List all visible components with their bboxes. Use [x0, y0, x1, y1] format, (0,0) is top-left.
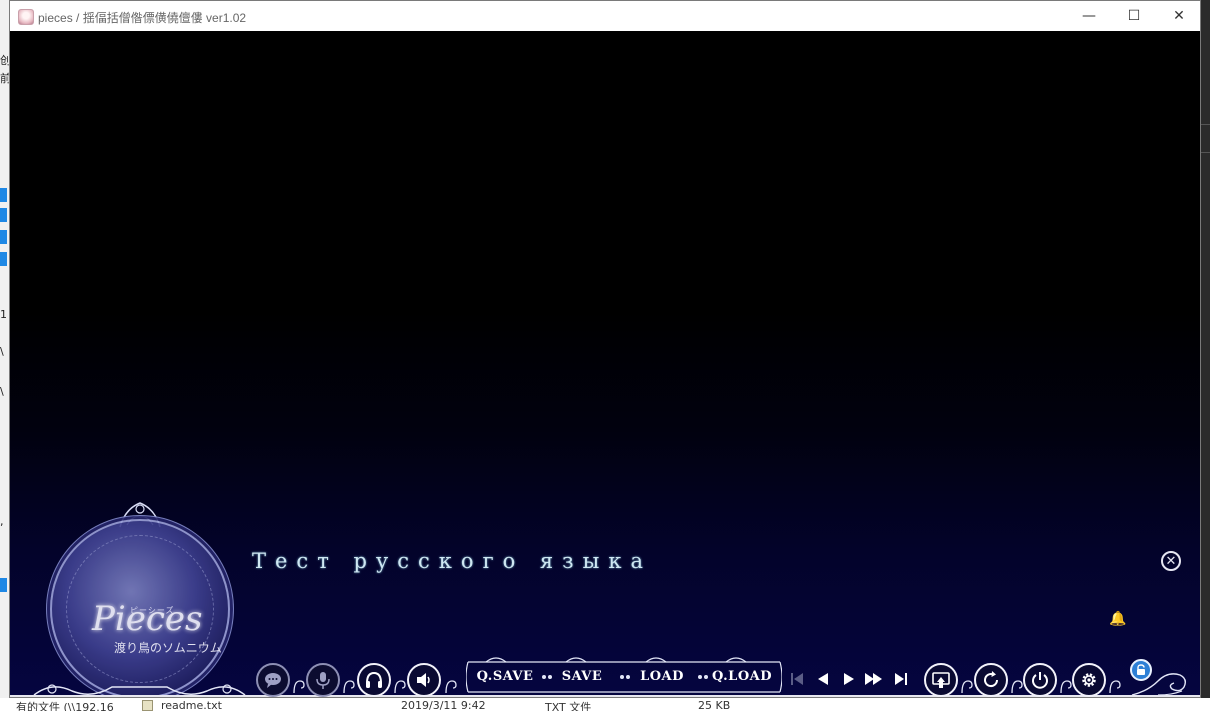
hide-window-icon — [932, 672, 950, 688]
settings-button[interactable] — [1072, 663, 1106, 697]
quick-load-button[interactable]: Q.LOAD — [706, 658, 778, 694]
bg-file-path: 有的文件 (\\192.16 — [16, 701, 114, 711]
skip-to-end-icon — [895, 673, 907, 685]
message-close-button[interactable]: ✕ — [1161, 551, 1181, 571]
sound-button[interactable] — [407, 663, 441, 697]
game-window: pieces / 揺偪括僧偺僄僙僥儃僂 ver1.02 — ☐ ✕ ピーシーズ … — [9, 0, 1201, 698]
curl-ornament-icon — [445, 680, 457, 694]
quick-save-button[interactable]: Q.SAVE — [470, 658, 540, 694]
background-file-row: 有的文件 (\\192.16 readme.txt 2019/3/11 9:42… — [0, 698, 1210, 711]
curl-ornament-icon — [293, 680, 305, 694]
speaker-icon — [417, 673, 430, 687]
auto-play-button[interactable] — [838, 669, 860, 689]
bg-text-fragment: , — [0, 515, 4, 528]
headphones-icon — [366, 671, 382, 688]
voice-button[interactable] — [306, 663, 340, 697]
bg-icon — [0, 208, 7, 222]
bg-icon — [0, 230, 7, 244]
lock-button[interactable] — [1130, 659, 1152, 681]
exit-button[interactable] — [1023, 663, 1057, 697]
curl-ornament-icon — [394, 680, 406, 694]
game-logo-emblem: ピーシーズ Pieces 渡り鳥のソムニウム — [32, 499, 247, 697]
flourish-ornament-icon — [33, 684, 246, 696]
curl-ornament-icon — [961, 680, 973, 694]
logo-medallion: ピーシーズ Pieces 渡り鳥のソムニウム — [50, 519, 230, 697]
skip-button[interactable] — [863, 669, 885, 689]
skip-to-start-icon — [791, 673, 803, 685]
skip-to-end-button[interactable] — [890, 669, 912, 689]
bg-file-type: TXT 文件 — [545, 701, 592, 711]
bg-divider — [1201, 124, 1210, 125]
hide-window-button[interactable] — [924, 663, 958, 697]
skip-to-start-button[interactable] — [786, 669, 808, 689]
screen: 创 前 1 \ \ , 有的文件 (\\192.16 readme.txt 20… — [0, 0, 1210, 711]
bg-text-fragment: 1 — [0, 308, 7, 321]
background-explorer-left: 创 前 1 \ \ , — [0, 0, 11, 711]
bg-text-fragment: \ — [0, 345, 4, 358]
replay-button[interactable] — [974, 663, 1008, 697]
close-button[interactable]: ✕ — [1156, 1, 1202, 31]
bg-icon — [0, 188, 7, 202]
bg-file-size: 25 KB — [698, 699, 731, 711]
back-button[interactable] — [812, 669, 834, 689]
logo-subtitle: 渡り鳥のソムニウム — [114, 641, 222, 655]
power-icon — [1032, 672, 1048, 689]
load-button[interactable]: LOAD — [628, 658, 696, 694]
game-screen[interactable]: ピーシーズ Pieces 渡り鳥のソムニウム Тест русского язы… — [10, 31, 1200, 697]
background-window-right — [1201, 0, 1210, 711]
maximize-button[interactable]: ☐ — [1111, 1, 1157, 31]
bg-file-date: 2019/3/11 9:42 — [401, 699, 486, 711]
curl-ornament-icon — [343, 680, 355, 694]
speech-bubble-icon — [265, 673, 281, 688]
bg-text-fragment: \ — [0, 385, 4, 398]
bg-icon — [0, 252, 7, 266]
curl-ornament-icon — [1109, 680, 1121, 694]
title-bar[interactable]: pieces / 揺偪括僧偺僄僙僥儃僂 ver1.02 — ☐ ✕ — [10, 1, 1200, 31]
bell-icon: 🔔 — [1109, 611, 1127, 627]
app-icon — [18, 9, 34, 25]
microphone-icon — [316, 672, 330, 689]
bgm-button[interactable] — [357, 663, 391, 697]
window-title: pieces / 揺偪括僧偺僄僙僥儃僂 ver1.02 — [38, 11, 247, 25]
message-text: Тест русского языка — [252, 549, 652, 573]
logo-title: Pieces — [92, 599, 203, 639]
lock-icon — [1137, 664, 1145, 675]
curl-ornament-icon — [1011, 680, 1023, 694]
replay-icon — [984, 671, 999, 688]
minimize-button[interactable]: — — [1066, 1, 1112, 31]
gear-icon — [1082, 673, 1096, 687]
back-icon — [818, 673, 828, 685]
save-button[interactable]: SAVE — [550, 658, 614, 694]
text-file-icon — [142, 700, 153, 711]
curl-ornament-icon — [1060, 680, 1072, 694]
bg-icon — [0, 578, 7, 592]
play-icon — [844, 673, 854, 685]
fast-forward-icon — [865, 673, 882, 685]
backlog-button[interactable] — [256, 663, 290, 697]
bg-file-name[interactable]: readme.txt — [161, 699, 222, 711]
bg-divider — [1201, 152, 1210, 153]
